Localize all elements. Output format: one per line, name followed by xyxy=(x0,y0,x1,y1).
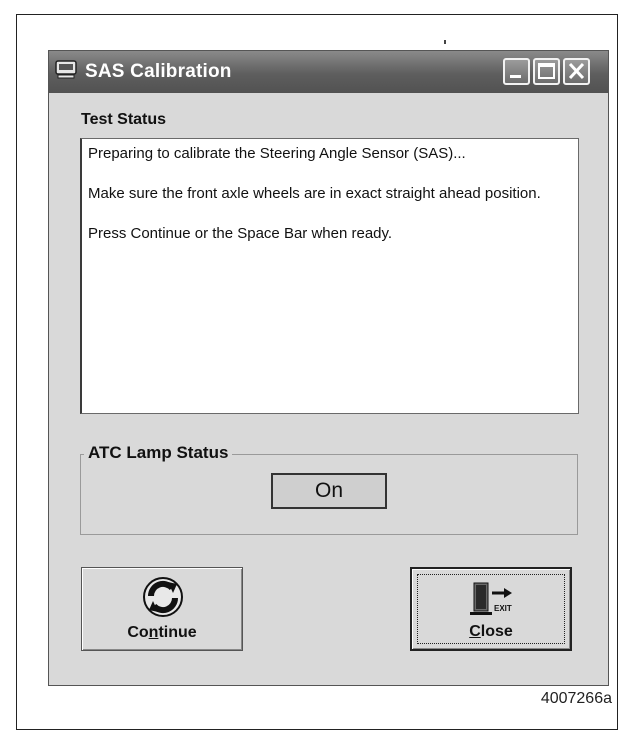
figure-code: 4007266a xyxy=(540,690,612,707)
close-button[interactable]: EXIT Close xyxy=(410,567,572,651)
exit-icon: EXIT xyxy=(470,582,512,615)
car-diagnostic-icon xyxy=(55,60,77,79)
title-bar[interactable]: SAS Calibration xyxy=(49,51,608,93)
close-window-button[interactable] xyxy=(563,58,590,85)
window-title: SAS Calibration xyxy=(85,61,232,82)
test-status-label: Test Status xyxy=(81,111,167,128)
sas-calibration-window: SAS Calibration Test Status Preparing to… xyxy=(48,50,609,686)
minimize-button[interactable] xyxy=(503,58,530,85)
stray-mark xyxy=(444,40,446,44)
minimize-icon xyxy=(510,75,521,78)
refresh-icon xyxy=(143,577,183,617)
test-status-box[interactable]: Preparing to calibrate the Steering Angl… xyxy=(80,138,579,414)
atc-lamp-label: ATC Lamp Status xyxy=(84,443,233,463)
status-line: Press Continue or the Space Bar when rea… xyxy=(88,225,393,242)
continue-label: Continue xyxy=(127,624,197,641)
exit-icon-text: EXIT xyxy=(494,604,512,613)
continue-button[interactable]: Continue xyxy=(81,567,243,651)
status-line: Preparing to calibrate the Steering Angl… xyxy=(88,145,466,162)
maximize-button[interactable] xyxy=(533,58,560,85)
atc-lamp-status-indicator: On xyxy=(271,473,387,509)
close-icon xyxy=(568,62,585,80)
close-label: Close xyxy=(469,623,513,640)
status-line: Make sure the front axle wheels are in e… xyxy=(88,185,541,202)
maximize-icon xyxy=(538,63,555,79)
